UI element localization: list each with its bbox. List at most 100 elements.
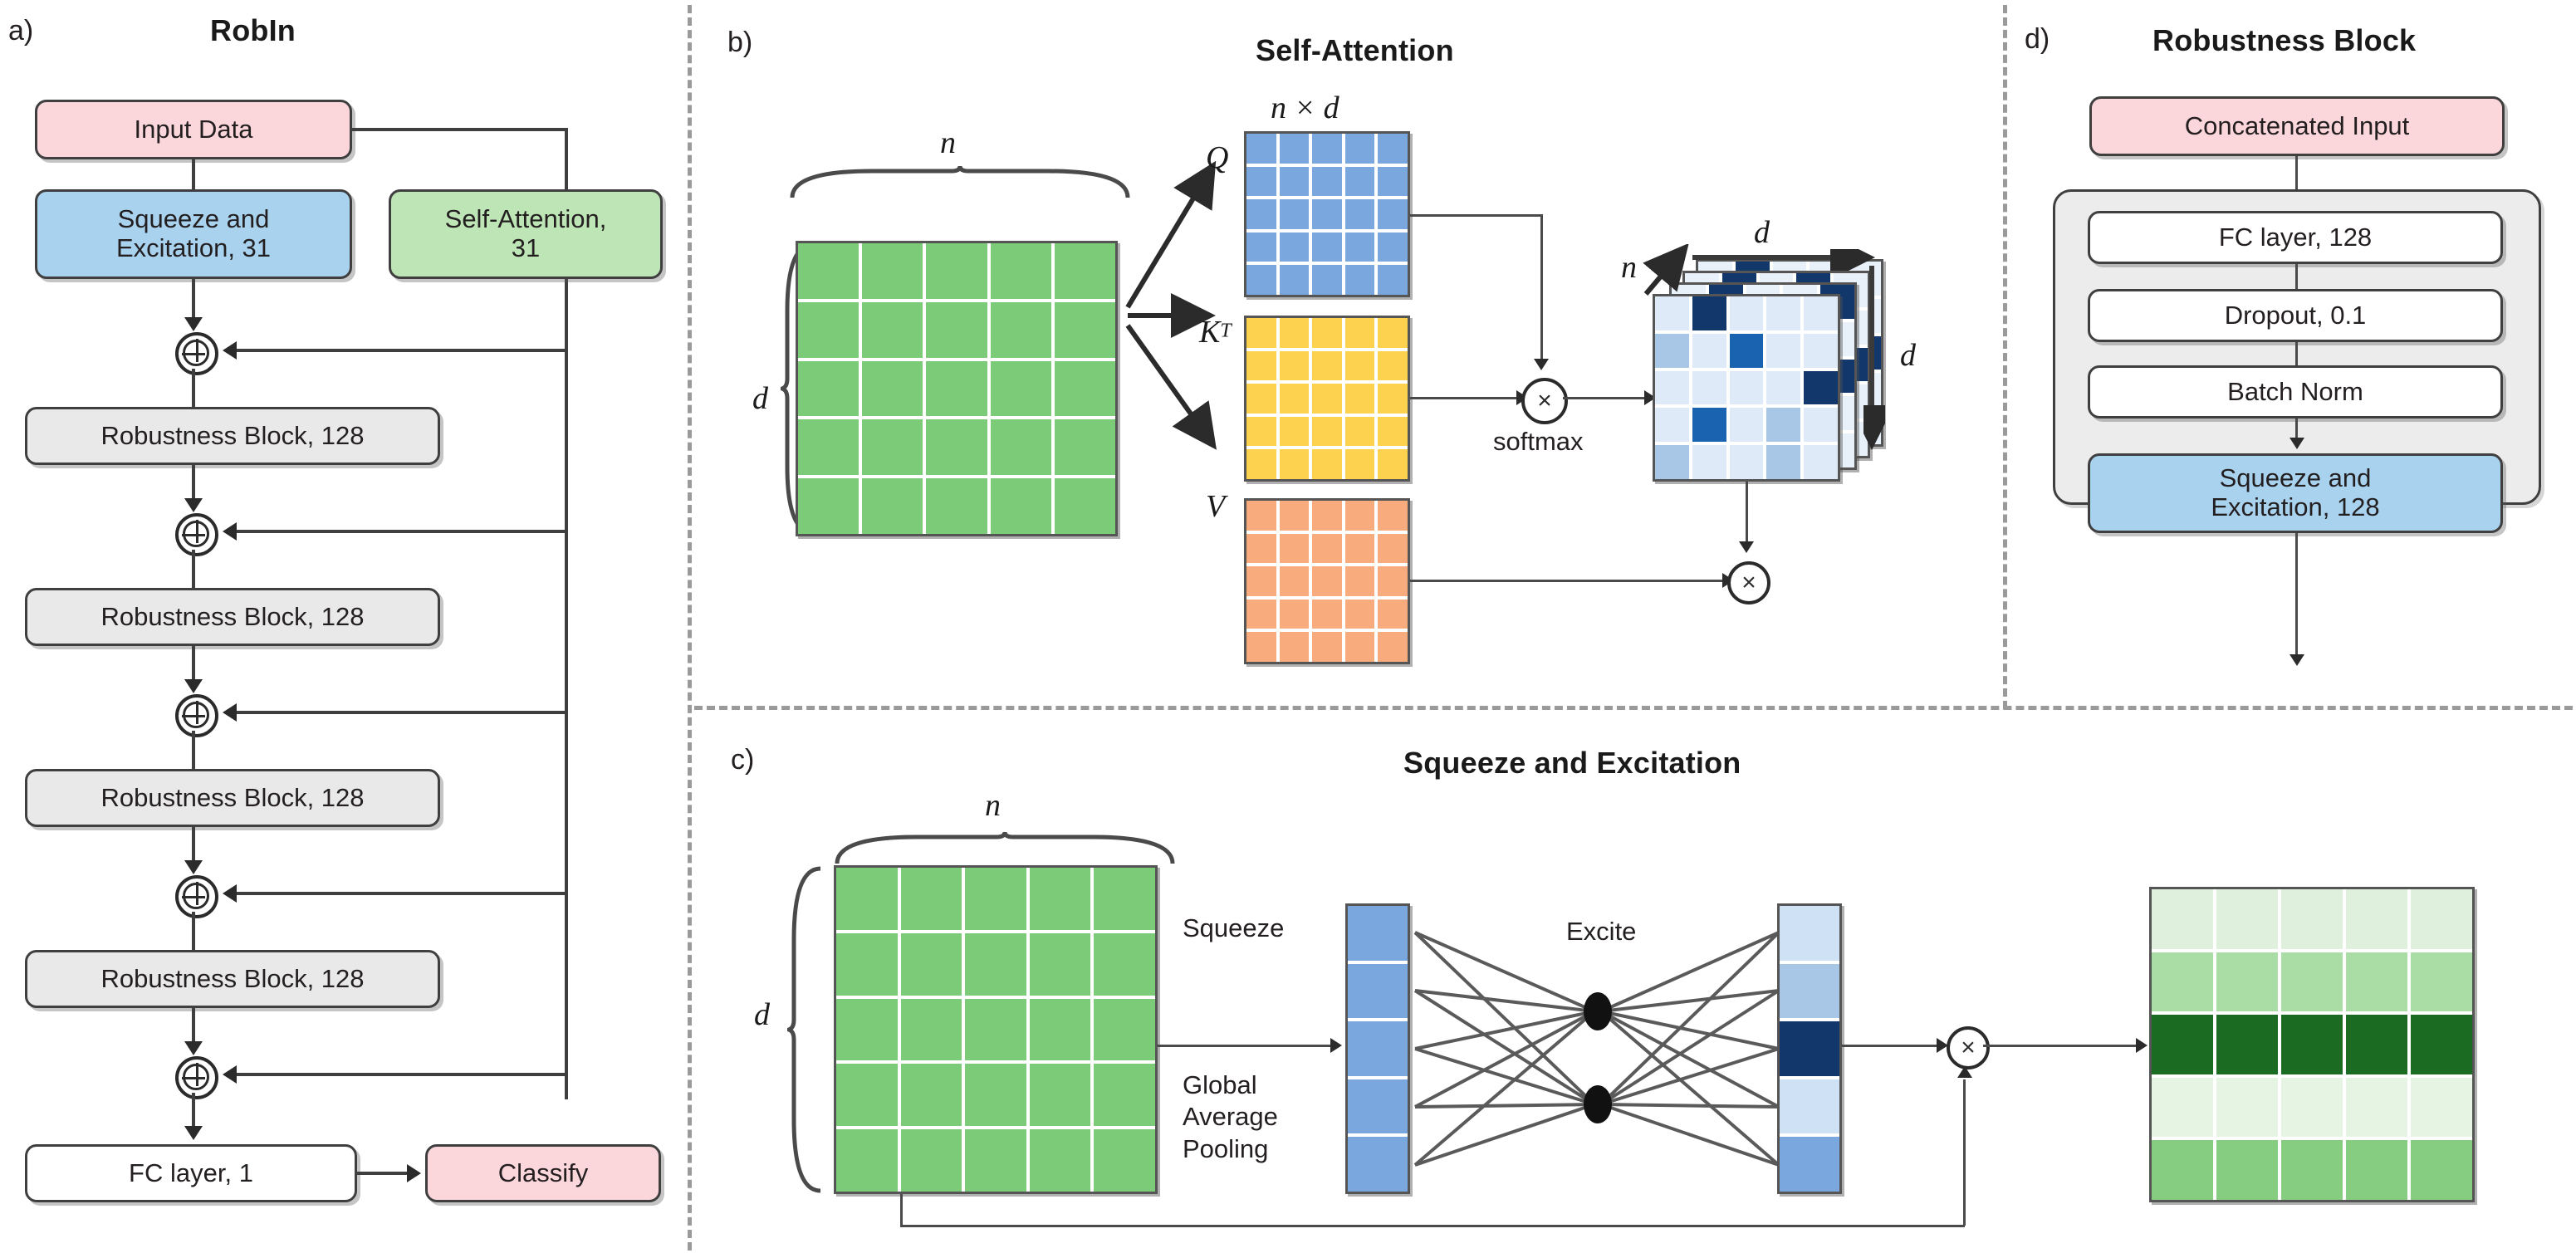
node-self-attention-31[interactable]: Self-Attention, 31 xyxy=(389,189,663,279)
edge-add4-to-rb4 xyxy=(192,912,195,950)
add-node-1 xyxy=(175,332,218,375)
node-robustness-block-4-label: Robustness Block, 128 xyxy=(100,963,365,993)
arrow-d-top xyxy=(1692,249,1875,271)
vector-excite xyxy=(1777,903,1842,1194)
edge-mul-to-output-c xyxy=(1983,1045,2139,1047)
node-robustness-block-2-label: Robustness Block, 128 xyxy=(100,601,365,631)
edge-attention-to-mul2 xyxy=(1746,482,1748,545)
node-robustness-block-1-label: Robustness Block, 128 xyxy=(100,420,365,450)
edge-add1-to-rb1 xyxy=(192,369,195,407)
node-input-data[interactable]: Input Data xyxy=(35,100,352,159)
edge-Q-to-mul xyxy=(1410,214,1543,217)
node-classify-label: Classify xyxy=(497,1158,589,1187)
edge-dropout-to-batchnorm xyxy=(2295,342,2298,367)
softmax-label: softmax xyxy=(1493,427,1584,456)
arrow-d-right xyxy=(1863,266,1885,450)
panel-b-label-d-right: d xyxy=(1900,338,1916,373)
node-squeeze-excitation-128-label: Squeeze and Excitation, 128 xyxy=(2211,463,2380,521)
node-batch-norm-label: Batch Norm xyxy=(2227,376,2363,406)
multiply-node-av: × xyxy=(1727,561,1770,604)
panel-c-title: Squeeze and Excitation xyxy=(1403,746,1741,780)
arrowhead-input-to-squeeze-vector xyxy=(1330,1038,1342,1053)
matrix-V xyxy=(1244,498,1410,664)
edge-fc-to-classify xyxy=(357,1172,409,1175)
panel-c-letter: c) xyxy=(731,744,755,776)
node-robustness-block-1[interactable]: Robustness Block, 128 xyxy=(25,407,440,465)
edge-input-to-qkv xyxy=(1125,160,1217,450)
edge-rb2-to-add3 xyxy=(192,646,195,683)
arrowhead-branch-add5 xyxy=(223,1065,237,1084)
brace-n-top-b xyxy=(790,165,1130,198)
edge-mul-to-heatmap xyxy=(1563,397,1648,399)
panel-b-label-nxd: n × d xyxy=(1271,91,1339,125)
node-dropout[interactable]: Dropout, 0.1 xyxy=(2088,289,2503,342)
arrowhead-mul-to-output-c xyxy=(2136,1038,2147,1053)
panel-b-label-V: V xyxy=(1206,489,1226,524)
panel-b-label-Q: Q xyxy=(1206,140,1229,175)
arrowhead-add5-to-fc xyxy=(184,1126,203,1140)
edge-add5-to-fc xyxy=(192,1093,195,1129)
node-robustness-block-3-label: Robustness Block, 128 xyxy=(100,782,365,812)
panel-d-title: Robustness Block xyxy=(2152,23,2417,57)
arrowhead-branch-add3 xyxy=(223,703,237,722)
brace-n-top-c xyxy=(835,831,1175,864)
skip-up-c xyxy=(1963,1079,1966,1226)
arrowhead-rb3-to-add4 xyxy=(184,860,203,874)
node-concatenated-input[interactable]: Concatenated Input xyxy=(2089,96,2505,156)
divider-horizontal xyxy=(694,706,2573,710)
node-batch-norm[interactable]: Batch Norm xyxy=(2088,365,2503,418)
matrix-attention-front xyxy=(1653,294,1840,482)
panel-c-label-n: n xyxy=(985,788,1001,823)
node-fc-layer-128-label: FC layer, 128 xyxy=(2218,222,2373,252)
add-node-3 xyxy=(175,694,218,737)
edge-rb4-to-add5 xyxy=(192,1008,195,1045)
edge-rb3-to-add4 xyxy=(192,827,195,864)
excite-network xyxy=(1413,931,1780,1167)
panel-b-label-K: K xyxy=(1199,315,1221,350)
node-robustness-block-2[interactable]: Robustness Block, 128 xyxy=(25,588,440,646)
arrowhead-skip-to-mul xyxy=(1957,1066,1972,1078)
panel-b-label-KT: KT xyxy=(1199,314,1232,350)
matrix-input-b xyxy=(796,241,1118,536)
arrowhead-branch-add4 xyxy=(223,884,237,903)
edge-block-output xyxy=(2295,533,2298,658)
node-robustness-block-3[interactable]: Robustness Block, 128 xyxy=(25,769,440,827)
matrix-output-c xyxy=(2149,887,2475,1202)
arrowhead-rb2-to-add3 xyxy=(184,679,203,693)
node-concatenated-input-label: Concatenated Input xyxy=(2184,110,2410,140)
arrowhead-block-output xyxy=(2290,654,2304,666)
node-squeeze-excitation-31-label: Squeeze and Excitation, 31 xyxy=(115,204,272,262)
skip-down-c xyxy=(900,1194,903,1227)
brace-d-left-c xyxy=(787,866,821,1193)
arrow-n-stack xyxy=(1643,244,1689,296)
edge-excite-to-mul xyxy=(1842,1045,1940,1047)
arrowhead-branch-add1 xyxy=(223,341,237,360)
node-self-attention-31-label: Self-Attention, 31 xyxy=(444,204,607,262)
panel-b-label-n-stack: n xyxy=(1621,250,1637,285)
node-robustness-block-4[interactable]: Robustness Block, 128 xyxy=(25,950,440,1008)
node-input-data-label: Input Data xyxy=(134,114,253,144)
skip-across-c xyxy=(900,1225,1965,1227)
squeeze-label: Squeeze xyxy=(1183,913,1285,942)
figure-canvas: a) RobIn Input Data Squeeze and Excitati… xyxy=(0,0,2576,1253)
edge-input-to-se xyxy=(192,159,195,189)
edge-se-to-add1 xyxy=(192,279,195,319)
node-fc-layer-128[interactable]: FC layer, 128 xyxy=(2088,211,2503,264)
arrowhead-se-to-add1 xyxy=(184,317,203,331)
node-fc-layer-1[interactable]: FC layer, 1 xyxy=(25,1144,357,1202)
node-squeeze-excitation-128[interactable]: Squeeze and Excitation, 128 xyxy=(2088,453,2503,533)
arrowhead-attention-to-mul2 xyxy=(1739,541,1754,553)
arrowhead-rb4-to-add5 xyxy=(184,1041,203,1055)
node-squeeze-excitation-31[interactable]: Squeeze and Excitation, 31 xyxy=(35,189,352,279)
matrix-input-c xyxy=(834,865,1158,1194)
node-classify[interactable]: Classify xyxy=(425,1144,661,1202)
multiply-node-se: × xyxy=(1947,1026,1990,1069)
vector-squeeze xyxy=(1345,903,1410,1194)
panel-b-label-d: d xyxy=(752,381,768,416)
panel-d-letter: d) xyxy=(2025,23,2050,55)
edge-fc128-to-dropout xyxy=(2295,264,2298,291)
edge-rb1-to-add2 xyxy=(192,465,195,502)
arrowhead-fc-to-classify xyxy=(407,1164,421,1182)
panel-a-title: RobIn xyxy=(210,13,296,47)
multiply-node-qk: × xyxy=(1521,378,1568,424)
